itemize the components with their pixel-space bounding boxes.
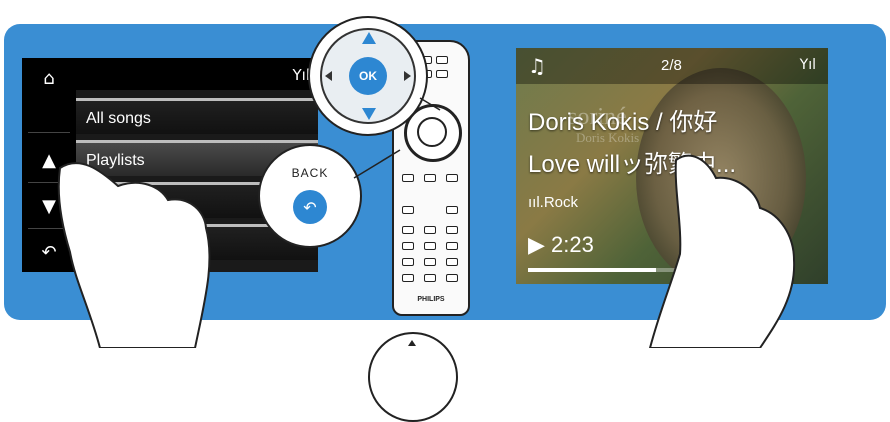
right-hand bbox=[648, 154, 796, 348]
callout-line bbox=[353, 149, 401, 179]
left-hand bbox=[57, 162, 211, 348]
callout-line bbox=[419, 97, 441, 111]
illustration-overlay bbox=[57, 97, 796, 348]
